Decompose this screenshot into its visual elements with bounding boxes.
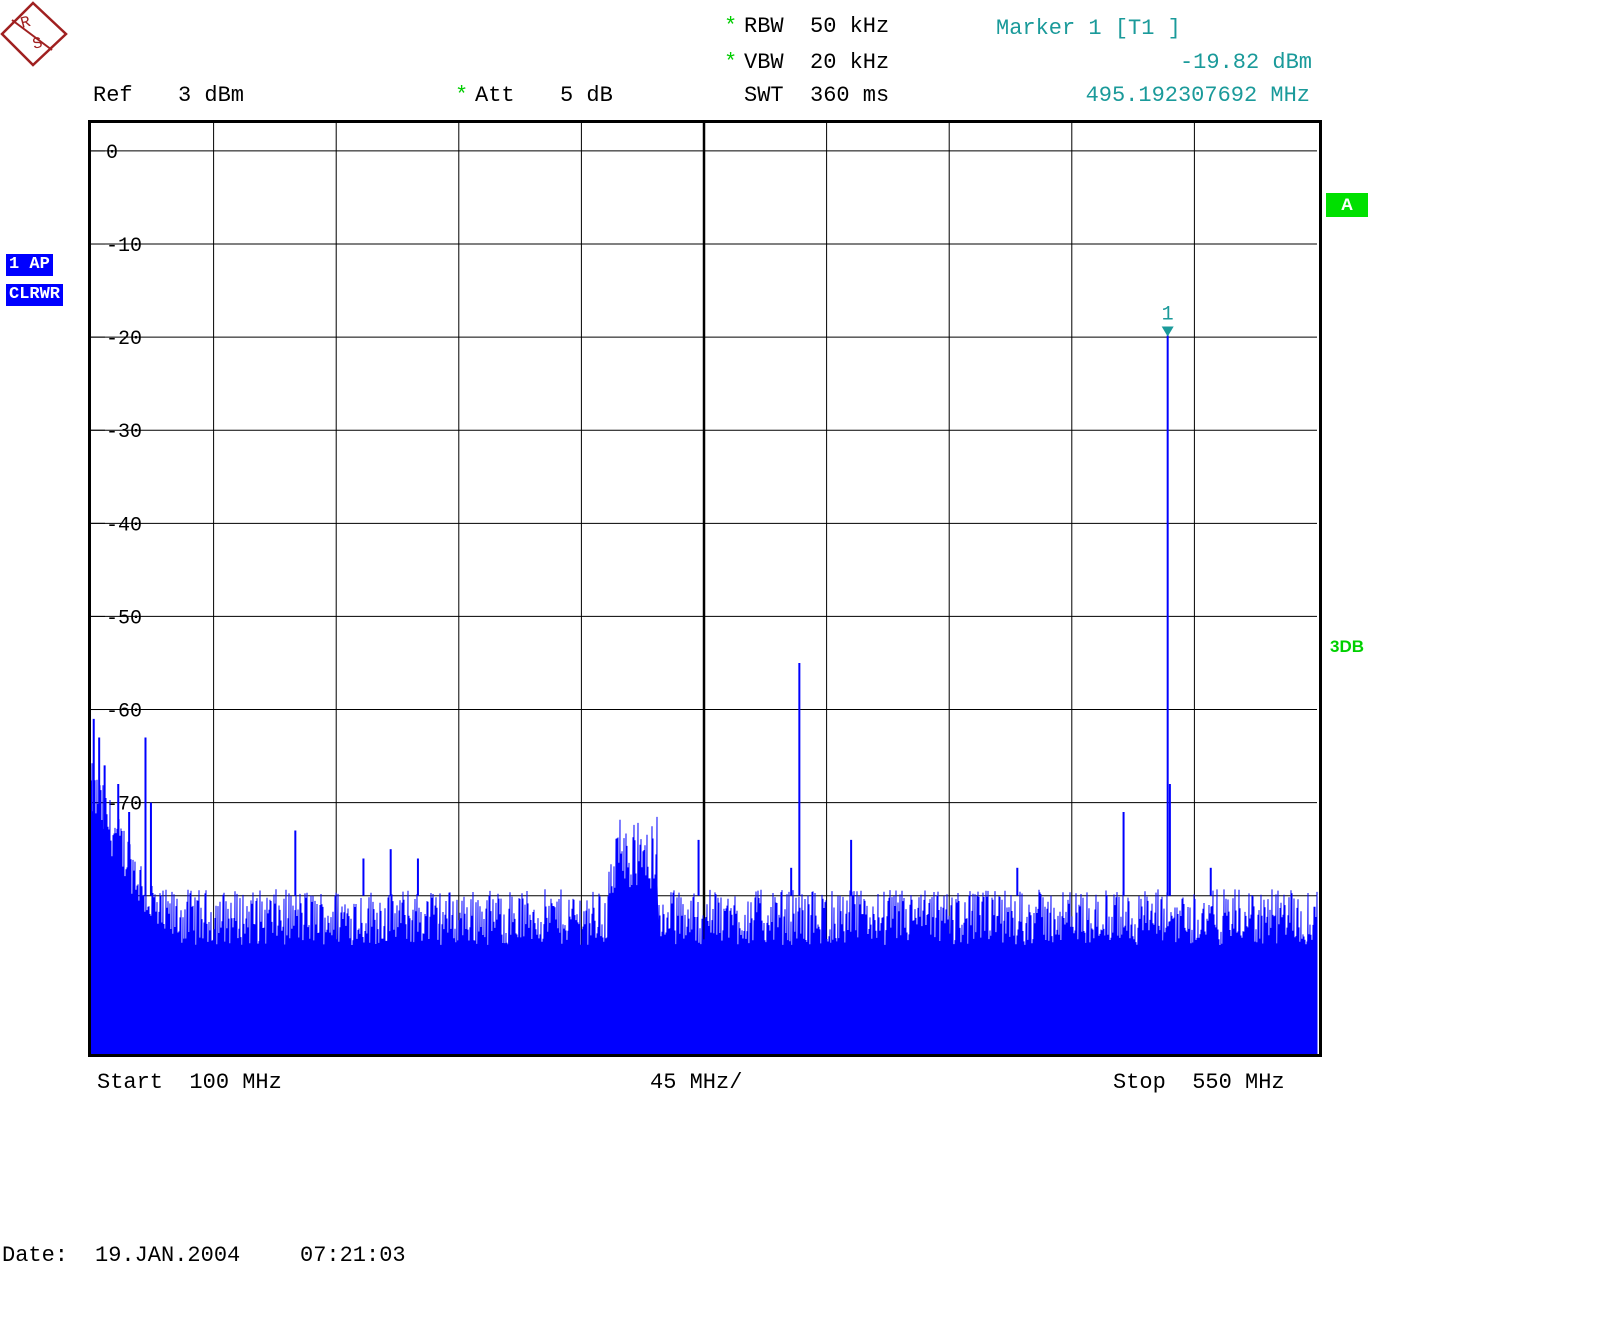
time-value: 07:21:03 <box>300 1243 406 1268</box>
y-tick-label: 0 <box>106 142 118 165</box>
start-frequency: Start 100 MHz <box>97 1070 282 1095</box>
y-tick-label: -10 <box>106 235 142 258</box>
y-tick-label: -50 <box>106 607 142 630</box>
y-tick-label: -60 <box>106 701 142 724</box>
spectrum-chart: 0 -10 -20 -30 -40 -50 -60 -70 1 <box>88 120 1322 1057</box>
date-value: 19.JAN.2004 <box>95 1243 241 1268</box>
y-tick-label: -30 <box>106 421 142 444</box>
y-tick-label: -70 <box>106 794 142 817</box>
marker-number: 1 <box>1162 303 1174 326</box>
marker-triangle <box>1161 326 1174 337</box>
span-per-division: 45 MHz/ <box>650 1070 743 1095</box>
y-tick-label: -20 <box>106 328 142 351</box>
y-tick-label: -40 <box>106 514 142 537</box>
date-label: Date: <box>2 1243 69 1268</box>
stop-frequency: Stop 550 MHz <box>1113 1070 1285 1095</box>
